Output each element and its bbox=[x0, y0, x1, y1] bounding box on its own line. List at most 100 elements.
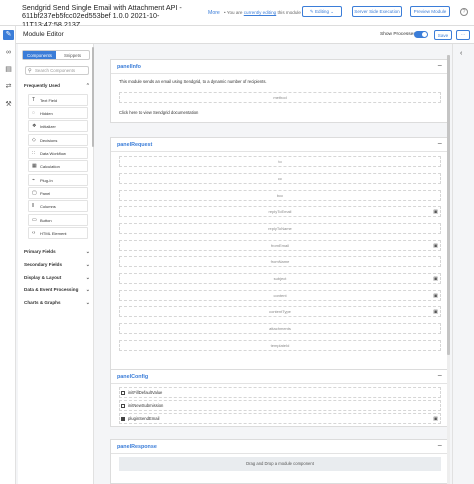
group-charts-graphs[interactable]: Charts & Graphs ⌄ bbox=[24, 300, 90, 308]
settings-icon[interactable]: ▣ bbox=[433, 241, 438, 251]
panel-config-header: panelConfig − bbox=[111, 370, 447, 384]
group-display-layout[interactable]: Display & Layout ⌄ bbox=[24, 275, 90, 283]
hidden-icon: ◌ bbox=[32, 110, 35, 116]
wrench-icon[interactable]: ⚒ bbox=[4, 101, 13, 109]
field-reply-to-email[interactable]: replyToEmail ▣ bbox=[119, 206, 441, 217]
settings-icon[interactable]: ▣ bbox=[433, 207, 438, 217]
data-workflow-icon: ∷ bbox=[32, 150, 36, 156]
field-method[interactable]: method bbox=[119, 92, 441, 103]
field-to[interactable]: to bbox=[119, 156, 441, 167]
field-reply-to-name[interactable]: replyToName bbox=[119, 223, 441, 234]
field-content[interactable]: content ▣ bbox=[119, 290, 441, 301]
field-attachments[interactable]: attachments bbox=[119, 323, 441, 334]
field-cc[interactable]: cc bbox=[119, 173, 441, 184]
panel-info-title: panelInfo bbox=[117, 64, 141, 70]
panel-icon: ▢ bbox=[32, 190, 37, 196]
chevron-up-icon: ⌃ bbox=[85, 83, 90, 89]
tab-components[interactable]: Components bbox=[23, 51, 56, 59]
editor-title: Module Editor bbox=[23, 31, 64, 38]
component-columns[interactable]: ‖ Columns bbox=[28, 200, 88, 212]
swap-icon[interactable]: ⇄ bbox=[4, 83, 13, 91]
preview-module-button[interactable]: Preview Module bbox=[410, 6, 450, 17]
group-primary-fields[interactable]: Primary Fields ⌄ bbox=[24, 249, 90, 257]
settings-icon[interactable]: ▣ bbox=[433, 291, 438, 301]
editing-dropdown-button[interactable]: ✎ Editing ⌄ bbox=[302, 6, 342, 17]
field-subject[interactable]: subject ▣ bbox=[119, 273, 441, 284]
checkbox-icon[interactable] bbox=[121, 391, 125, 395]
component-hidden[interactable]: ◌ Hidden bbox=[28, 107, 88, 119]
panel-info[interactable]: panelInfo − This module sends an email u… bbox=[110, 59, 448, 123]
chevron-down-icon: ⌄ bbox=[85, 287, 90, 293]
canvas-scrollbar-thumb[interactable] bbox=[447, 55, 450, 355]
component-html-element[interactable]: ‹› HTML Element bbox=[28, 227, 88, 239]
edit-icon[interactable]: ✎ bbox=[3, 30, 14, 40]
sendgrid-doc-link[interactable]: Click here to view Sendgrid documentatio… bbox=[119, 110, 198, 115]
component-calculation[interactable]: ▦ Calculation bbox=[28, 160, 88, 172]
chevron-down-icon: ⌄ bbox=[85, 275, 90, 281]
checkbox-checked-icon[interactable] bbox=[121, 417, 125, 421]
field-bcc[interactable]: bcc bbox=[119, 190, 441, 201]
chevron-down-icon: ⌄ bbox=[85, 262, 90, 268]
component-palette: Components Snippets Search Components ⚲ F… bbox=[18, 44, 94, 484]
panel-response[interactable]: panelResponse − Drag and Drop a module c… bbox=[110, 439, 448, 484]
decisions-icon: ◇ bbox=[32, 137, 36, 143]
field-from-name[interactable]: fromName bbox=[119, 256, 441, 267]
calculation-icon: ▦ bbox=[32, 163, 37, 169]
component-panel[interactable]: ▢ Panel bbox=[28, 187, 88, 199]
response-dropzone[interactable]: Drag and Drop a module component bbox=[119, 457, 441, 471]
minimize-icon[interactable]: − bbox=[437, 61, 442, 70]
component-plug-in[interactable]: ⌁ Plug-In bbox=[28, 174, 88, 186]
field-from-email[interactable]: fromEmail ▣ bbox=[119, 240, 441, 251]
chevron-down-icon: ⌄ bbox=[85, 249, 90, 255]
tab-snippets[interactable]: Snippets bbox=[56, 51, 89, 59]
more-options-button[interactable]: ⋯ bbox=[456, 30, 470, 40]
group-secondary-fields[interactable]: Secondary Fields ⌄ bbox=[24, 262, 90, 270]
settings-icon[interactable]: ▣ bbox=[433, 274, 438, 284]
save-button[interactable]: Save bbox=[434, 30, 452, 40]
component-data-workflow[interactable]: ∷ Data Workflow bbox=[28, 147, 88, 159]
component-initializer[interactable]: ❖ Initializer bbox=[28, 120, 88, 132]
settings-icon[interactable]: ▣ bbox=[433, 307, 438, 317]
search-icon: ⚲ bbox=[28, 68, 32, 74]
editor-toolbar: Module Editor Show Processes Save ⋯ bbox=[16, 26, 474, 44]
plug-in-icon: ⌁ bbox=[32, 177, 36, 183]
panel-config-title: panelConfig bbox=[117, 374, 149, 380]
right-sidebar: ‹ bbox=[452, 44, 474, 484]
list-icon[interactable]: ▤ bbox=[4, 66, 13, 74]
help-icon[interactable]: ? bbox=[460, 8, 468, 16]
checkbox-plugin-send-email[interactable]: pluginSendEmail ▣ bbox=[119, 413, 441, 424]
component-decisions[interactable]: ◇ Decisions bbox=[28, 134, 88, 146]
edit-status-note: • You are currently editing this module bbox=[224, 10, 301, 15]
info-description: This module sends an email using Sendgri… bbox=[119, 79, 267, 84]
palette-scrollbar[interactable] bbox=[92, 47, 94, 147]
collapse-sidebar-icon[interactable]: ‹ bbox=[460, 50, 462, 57]
minimize-icon[interactable]: − bbox=[437, 441, 442, 450]
group-frequently-used[interactable]: Frequently Used ⌃ bbox=[24, 83, 90, 91]
connectors-icon[interactable]: ∞ bbox=[4, 49, 13, 57]
group-data-event-processing[interactable]: Data & Event Processing ⌄ bbox=[24, 287, 90, 295]
minimize-icon[interactable]: − bbox=[437, 371, 442, 380]
text-field-icon: T bbox=[32, 97, 36, 103]
html-element-icon: ‹› bbox=[32, 230, 36, 236]
settings-icon[interactable]: ▣ bbox=[433, 414, 438, 424]
left-rail: ✎ ∞ ▤ ⇄ ⚒ bbox=[0, 26, 16, 484]
checkbox-icon[interactable] bbox=[121, 404, 125, 408]
show-processes-toggle[interactable] bbox=[414, 31, 428, 38]
server-side-execution-button[interactable]: Server Side Execution bbox=[352, 6, 402, 17]
chevron-down-icon: ⌄ bbox=[85, 300, 90, 306]
field-content-type[interactable]: contentType ▣ bbox=[119, 306, 441, 317]
minimize-icon[interactable]: − bbox=[437, 139, 442, 148]
currently-editing-link[interactable]: currently editing bbox=[244, 10, 276, 15]
panel-request-header: panelRequest − bbox=[111, 138, 447, 152]
columns-icon: ‖ bbox=[32, 203, 35, 209]
panel-config[interactable]: panelConfig − initFillDefaultValue initN… bbox=[110, 369, 448, 427]
checkbox-init-fill-default-value[interactable]: initFillDefaultValue bbox=[119, 387, 441, 398]
component-text-field[interactable]: T Text Field bbox=[28, 94, 88, 106]
checkbox-init-new-submission[interactable]: initNewSubmission bbox=[119, 400, 441, 411]
field-template-id[interactable]: templateId bbox=[119, 340, 441, 351]
panel-response-header: panelResponse − bbox=[111, 440, 447, 454]
search-input[interactable]: Search Components ⚲ bbox=[25, 66, 89, 75]
initializer-icon: ❖ bbox=[32, 123, 37, 129]
more-link[interactable]: More bbox=[208, 10, 220, 16]
component-button[interactable]: ▭ Button bbox=[28, 214, 88, 226]
